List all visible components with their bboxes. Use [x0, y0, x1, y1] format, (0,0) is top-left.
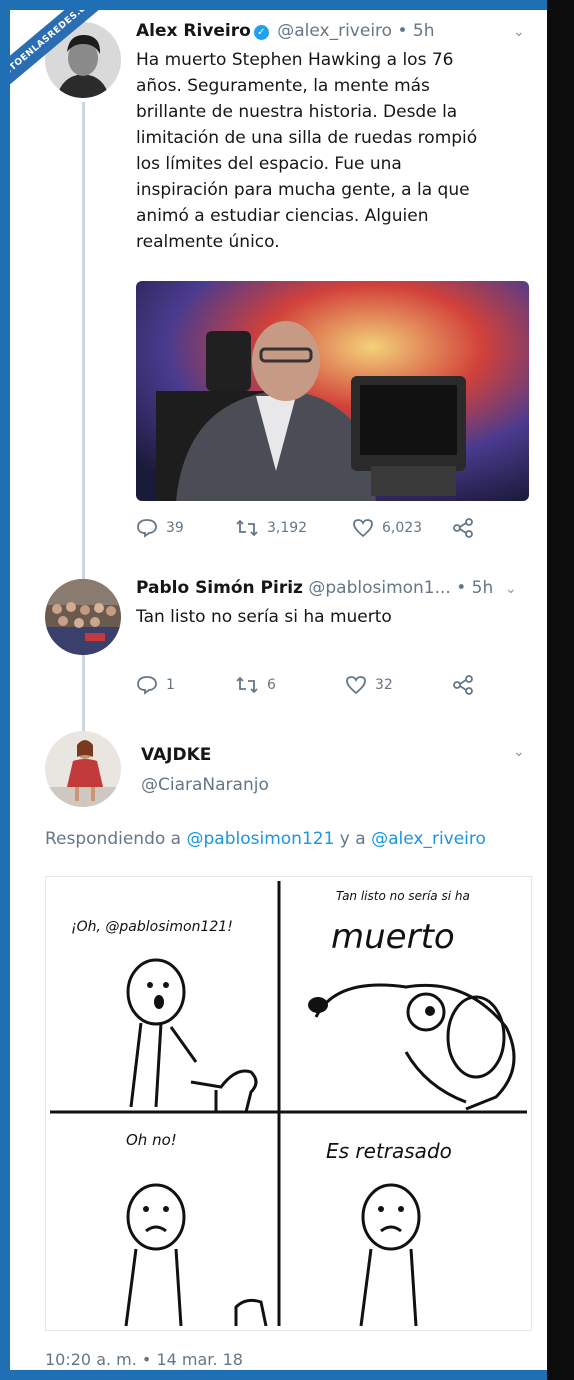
retweet-button[interactable]: 3,192 [235, 518, 352, 538]
comic-panel3-text: Oh no! [126, 1131, 177, 1149]
author-handle[interactable]: @alex_riveiro [277, 21, 392, 41]
mention-link[interactable]: @pablosimon121 [187, 829, 335, 849]
tweet3-name[interactable]: VAJDKE [141, 745, 211, 765]
reply-button[interactable]: 39 [136, 518, 235, 538]
avatar-pablo-simon[interactable] [45, 579, 121, 655]
comic-panel1-text: ¡Oh, @pablosimon121! [71, 919, 233, 935]
chevron-down-icon[interactable]: ⌄ [505, 581, 517, 597]
retweet-icon [236, 676, 258, 694]
tweet-time[interactable]: • 5h [397, 21, 434, 41]
share-icon [453, 518, 473, 538]
share-button[interactable] [452, 675, 474, 695]
chevron-down-icon[interactable]: ⌄ [513, 24, 525, 40]
tweet-thread: VISTOENLASREDES.com Alex Riveiro✓ @alex_… [10, 10, 547, 1370]
comic-panel4-text: Es retrasado [326, 1139, 452, 1163]
avatar-vajdke[interactable] [45, 731, 121, 807]
like-button[interactable]: 32 [345, 675, 452, 695]
author-name[interactable]: Pablo Simón Piriz [136, 578, 303, 598]
like-button[interactable]: 6,023 [352, 518, 452, 538]
tweet3-handle[interactable]: @CiaraNaranjo [141, 775, 269, 795]
author-name[interactable]: Alex Riveiro [136, 21, 251, 41]
share-icon [453, 675, 473, 695]
chevron-down-icon[interactable]: ⌄ [513, 744, 525, 760]
comic-image[interactable]: ¡Oh, @pablosimon121! Tan listo no sería … [45, 876, 532, 1331]
heart-icon [346, 676, 366, 695]
tweet1-actions: 39 3,192 6,023 [136, 518, 474, 538]
comic-panel2-caption: Tan listo no sería si ha [336, 889, 470, 903]
tweet2-text: Tan listo no sería si ha muerto [136, 607, 392, 627]
reply-icon [137, 519, 157, 538]
mention-link[interactable]: @alex_riveiro [371, 829, 486, 849]
tweet1-header: Alex Riveiro ✓ @alex_riveiro • 5h [136, 21, 435, 41]
retweet-button[interactable]: 6 [235, 675, 345, 695]
tweet1-photo[interactable] [136, 281, 529, 501]
tweet2-header: Pablo Simón Piriz @pablosimon1... • 5h [136, 578, 493, 598]
reply-button[interactable]: 1 [136, 675, 235, 695]
verified-badge-icon: ✓ [253, 25, 269, 40]
tweet-time[interactable]: • 5h [456, 578, 493, 598]
heart-icon [353, 519, 373, 538]
comic-panel2-title: muerto [331, 917, 455, 957]
tweet-timestamp[interactable]: 10:20 a. m. • 14 mar. 18 [45, 1350, 243, 1369]
replying-to: Respondiendo a @pablosimon121 y a @alex_… [45, 829, 486, 849]
tweet1-text: Ha muerto Stephen Hawking a los 76 años.… [136, 50, 478, 252]
reply-icon [137, 676, 157, 695]
author-handle[interactable]: @pablosimon1... [308, 578, 450, 598]
retweet-icon [236, 519, 258, 537]
thread-connector [82, 102, 85, 757]
share-button[interactable] [452, 518, 474, 538]
tweet2-actions: 1 6 32 [136, 675, 474, 695]
right-edge-strip [547, 0, 574, 1380]
